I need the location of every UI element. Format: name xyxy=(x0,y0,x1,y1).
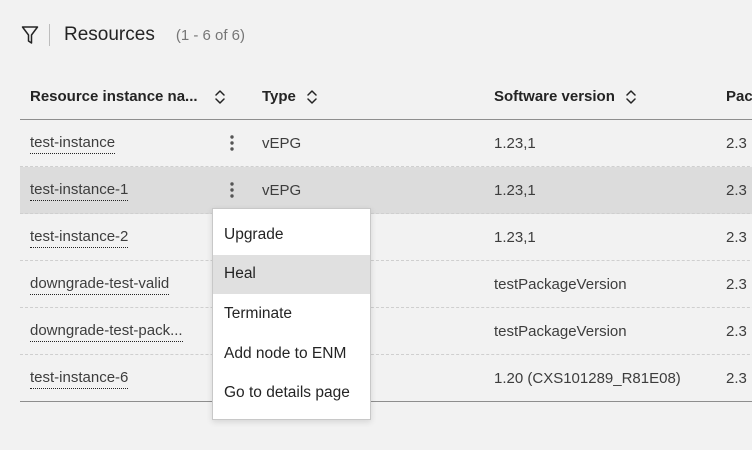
column-header-type[interactable]: Type xyxy=(262,74,318,119)
column-header-type-label: Type xyxy=(262,88,296,105)
package-cell: 2.3 xyxy=(726,134,747,152)
package-cell: 2.3 xyxy=(726,181,747,199)
package-cell: 2.3 xyxy=(726,369,747,387)
table-row[interactable]: test-instance-2 1.23,1 2.3 xyxy=(20,214,752,261)
column-header-name[interactable]: Resource instance na... xyxy=(30,74,226,119)
software-version-cell: testPackageVersion xyxy=(494,275,627,293)
table-row[interactable]: test-instance vEPG 1.23,1 2.3 xyxy=(20,120,752,167)
toolbar-divider xyxy=(49,24,50,46)
sort-icon[interactable] xyxy=(214,88,226,106)
table-header: Resource instance na... Type Software ve… xyxy=(20,74,752,120)
menu-item-add-node-to-enm[interactable]: Add node to ENM xyxy=(213,334,370,374)
package-cell: 2.3 xyxy=(726,322,747,340)
kebab-menu-icon[interactable] xyxy=(222,120,242,166)
type-cell: vEPG xyxy=(262,181,302,199)
table-row[interactable]: downgrade-test-pack... testPackageVersio… xyxy=(20,308,752,355)
menu-item-terminate[interactable]: Terminate xyxy=(213,294,370,334)
software-version-cell: testPackageVersion xyxy=(494,322,627,340)
menu-item-upgrade[interactable]: Upgrade xyxy=(213,215,370,255)
menu-item-heal[interactable]: Heal xyxy=(213,254,370,295)
resource-name-link[interactable]: test-instance-1 xyxy=(30,180,129,201)
sort-icon[interactable] xyxy=(306,88,318,106)
column-header-name-label: Resource instance na... xyxy=(30,88,198,105)
column-header-package[interactable]: Pac xyxy=(726,74,752,119)
type-cell: vEPG xyxy=(262,134,302,152)
column-header-software-version[interactable]: Software version xyxy=(494,74,637,119)
row-actions-menu: Upgrade Heal Terminate Add node to ENM G… xyxy=(212,208,371,420)
filter-funnel-icon[interactable] xyxy=(20,23,40,47)
column-header-package-label: Pac xyxy=(726,88,752,105)
package-cell: 2.3 xyxy=(726,275,747,293)
menu-item-go-to-details[interactable]: Go to details page xyxy=(213,373,370,413)
resource-name-link[interactable]: downgrade-test-valid xyxy=(30,274,170,295)
column-header-software-label: Software version xyxy=(494,88,615,105)
page-title: Resources xyxy=(64,24,155,45)
resources-toolbar: Resources (1 - 6 of 6) xyxy=(20,18,245,52)
software-version-cell: 1.23,1 xyxy=(494,228,536,246)
resource-name-link[interactable]: test-instance-2 xyxy=(30,227,129,248)
software-version-cell: 1.23,1 xyxy=(494,134,536,152)
resource-name-link[interactable]: test-instance xyxy=(30,133,116,154)
table-row[interactable]: test-instance-6 1.20 (CXS101289_R81E08) … xyxy=(20,355,752,402)
resources-table: Resource instance na... Type Software ve… xyxy=(20,74,752,402)
table-row-selected[interactable]: test-instance-1 vEPG 1.23,1 2.3 xyxy=(20,167,752,214)
resource-name-link[interactable]: test-instance-6 xyxy=(30,368,129,389)
kebab-menu-icon[interactable] xyxy=(222,167,242,213)
result-count: (1 - 6 of 6) xyxy=(175,26,246,44)
sort-icon[interactable] xyxy=(625,88,637,106)
software-version-cell: 1.20 (CXS101289_R81E08) xyxy=(494,369,681,387)
resource-name-link[interactable]: downgrade-test-pack... xyxy=(30,321,183,342)
software-version-cell: 1.23,1 xyxy=(494,181,536,199)
package-cell: 2.3 xyxy=(726,228,747,246)
table-row[interactable]: downgrade-test-valid testPackageVersion … xyxy=(20,261,752,308)
